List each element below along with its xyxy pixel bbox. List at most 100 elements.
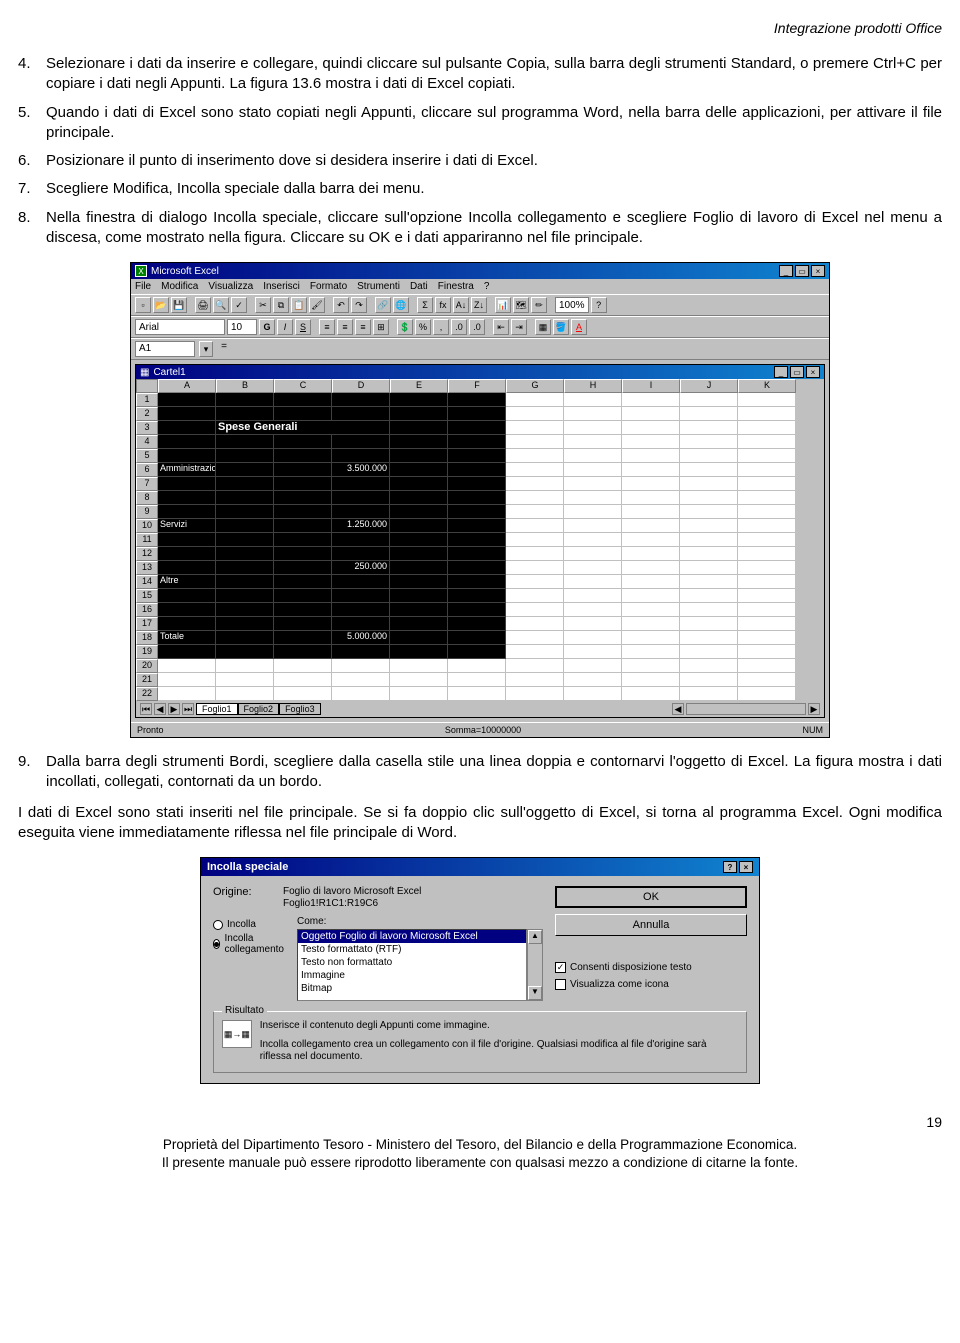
- sort-desc-icon[interactable]: Z↓: [471, 297, 487, 313]
- cell[interactable]: [448, 477, 506, 491]
- cell[interactable]: [390, 435, 448, 449]
- cell[interactable]: [390, 603, 448, 617]
- web-icon[interactable]: 🌐: [393, 297, 409, 313]
- cell[interactable]: [158, 393, 216, 407]
- col-header[interactable]: F: [448, 379, 506, 393]
- cell[interactable]: [448, 659, 506, 673]
- row-header[interactable]: 7: [136, 477, 158, 491]
- menu-?[interactable]: ?: [484, 281, 490, 292]
- cell[interactable]: [448, 561, 506, 575]
- col-header[interactable]: H: [564, 379, 622, 393]
- list-option[interactable]: Oggetto Foglio di lavoro Microsoft Excel: [298, 930, 526, 943]
- cell[interactable]: [390, 659, 448, 673]
- cell[interactable]: [448, 589, 506, 603]
- cell[interactable]: [274, 519, 332, 533]
- cell[interactable]: [564, 519, 622, 533]
- dlg-close-icon[interactable]: ×: [739, 861, 753, 873]
- list-option[interactable]: Testo non formattato: [298, 956, 526, 969]
- cell[interactable]: [506, 575, 564, 589]
- col-header[interactable]: A: [158, 379, 216, 393]
- cell[interactable]: [448, 631, 506, 645]
- cell[interactable]: [390, 491, 448, 505]
- row-header[interactable]: 20: [136, 659, 158, 673]
- cell[interactable]: [738, 491, 796, 505]
- row-header[interactable]: 10: [136, 519, 158, 533]
- cell[interactable]: [506, 673, 564, 687]
- row-header[interactable]: 11: [136, 533, 158, 547]
- cell[interactable]: [448, 547, 506, 561]
- cell[interactable]: [680, 575, 738, 589]
- cell[interactable]: [680, 505, 738, 519]
- cell[interactable]: [216, 547, 274, 561]
- autosum-icon[interactable]: Σ: [417, 297, 433, 313]
- cell[interactable]: Amministrazione: [158, 463, 216, 477]
- cell[interactable]: [390, 673, 448, 687]
- row-header[interactable]: 9: [136, 505, 158, 519]
- cell[interactable]: [738, 477, 796, 491]
- cell[interactable]: Servizi: [158, 519, 216, 533]
- cell[interactable]: [448, 673, 506, 687]
- cell[interactable]: Totale: [158, 631, 216, 645]
- cell[interactable]: [274, 547, 332, 561]
- cell[interactable]: [622, 477, 680, 491]
- row-header[interactable]: 1: [136, 393, 158, 407]
- cell[interactable]: [216, 673, 274, 687]
- menu-dati[interactable]: Dati: [410, 281, 428, 292]
- list-option[interactable]: Immagine: [298, 969, 526, 982]
- cell[interactable]: [738, 589, 796, 603]
- align-center-icon[interactable]: ≡: [337, 319, 353, 335]
- cell[interactable]: [332, 533, 390, 547]
- cell[interactable]: Altre: [158, 575, 216, 589]
- cell[interactable]: [506, 421, 564, 435]
- cell[interactable]: [680, 421, 738, 435]
- cell[interactable]: [274, 449, 332, 463]
- row-header[interactable]: 5: [136, 449, 158, 463]
- cell[interactable]: [564, 687, 622, 701]
- cell[interactable]: [680, 491, 738, 505]
- cell[interactable]: [216, 645, 274, 659]
- cell[interactable]: [216, 435, 274, 449]
- cell[interactable]: [274, 505, 332, 519]
- format-painter-icon[interactable]: 🖌: [309, 297, 325, 313]
- cell[interactable]: [680, 561, 738, 575]
- minimize-icon[interactable]: _: [779, 265, 793, 277]
- cell[interactable]: [680, 673, 738, 687]
- cell[interactable]: [622, 659, 680, 673]
- spell-icon[interactable]: ✓: [231, 297, 247, 313]
- cell[interactable]: [332, 589, 390, 603]
- menu-visualizza[interactable]: Visualizza: [208, 281, 253, 292]
- col-header[interactable]: E: [390, 379, 448, 393]
- cell[interactable]: [448, 603, 506, 617]
- row-header[interactable]: 4: [136, 435, 158, 449]
- cell[interactable]: [390, 449, 448, 463]
- cell[interactable]: [622, 463, 680, 477]
- cell[interactable]: [622, 673, 680, 687]
- cell[interactable]: [738, 421, 796, 435]
- cell[interactable]: [274, 617, 332, 631]
- dec-decimal-icon[interactable]: .0: [469, 319, 485, 335]
- excel-formula-bar[interactable]: A1 ▾ =: [131, 338, 829, 360]
- cell[interactable]: [622, 491, 680, 505]
- inc-decimal-icon[interactable]: .0: [451, 319, 467, 335]
- cell[interactable]: [448, 645, 506, 659]
- cell[interactable]: [332, 575, 390, 589]
- cell[interactable]: [216, 603, 274, 617]
- percent-icon[interactable]: %: [415, 319, 431, 335]
- cell[interactable]: [738, 407, 796, 421]
- cell[interactable]: [506, 631, 564, 645]
- excel-toolbar-formatting[interactable]: Arial 10 G I S ≡ ≡ ≡ ⊞ 💲 % , .0 .0 ⇤ ⇥ ▦…: [131, 316, 829, 338]
- name-dropdown-icon[interactable]: ▾: [199, 341, 213, 357]
- cell[interactable]: [564, 631, 622, 645]
- col-header[interactable]: I: [622, 379, 680, 393]
- cell[interactable]: [622, 603, 680, 617]
- cell[interactable]: [680, 589, 738, 603]
- cell[interactable]: [390, 505, 448, 519]
- cell[interactable]: [158, 407, 216, 421]
- cancel-button[interactable]: Annulla: [555, 914, 747, 936]
- cell[interactable]: [448, 519, 506, 533]
- cell[interactable]: [564, 393, 622, 407]
- cell[interactable]: [680, 393, 738, 407]
- cell[interactable]: [274, 393, 332, 407]
- cell[interactable]: [274, 463, 332, 477]
- col-header[interactable]: D: [332, 379, 390, 393]
